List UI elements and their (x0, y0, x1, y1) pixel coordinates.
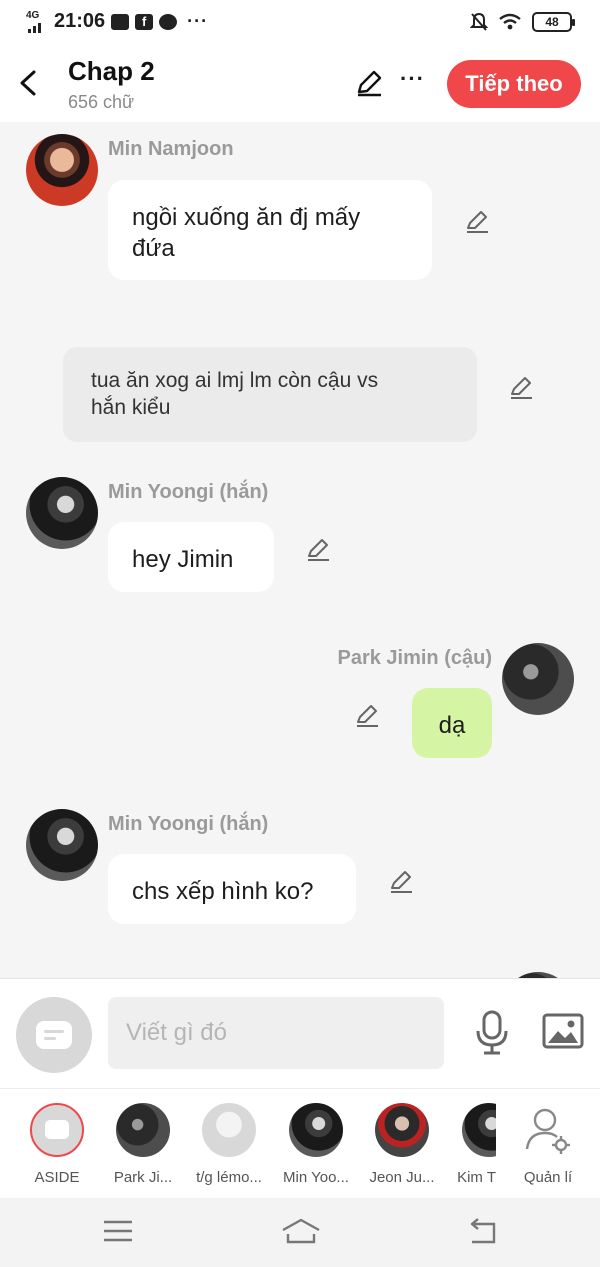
character-aside[interactable]: ASIDE (17, 1103, 97, 1186)
character-jeon-jungkook[interactable]: Jeon Ju... (362, 1103, 442, 1186)
edit-icon[interactable] (354, 68, 384, 98)
clock: 21:06 (54, 10, 106, 32)
network-type: 4G (26, 9, 40, 21)
more-options-icon[interactable]: ··· (400, 66, 425, 92)
manage-characters-button[interactable]: Quản lí (508, 1103, 588, 1186)
character-avatar (116, 1103, 170, 1157)
narration-block[interactable]: tua ăn xog ai lmj lm còn cậu vs hắn kiểu (63, 347, 477, 442)
character-kim-t[interactable]: Kim T (436, 1103, 496, 1186)
image-icon[interactable] (542, 1013, 584, 1049)
aside-icon (30, 1103, 84, 1157)
wifi-icon (499, 13, 521, 30)
facebook-notification-icon: f (135, 13, 154, 30)
sender-name: Min Yoongi (hắn) (108, 813, 269, 835)
message-bubble[interactable]: chs xếp hình ko? (108, 854, 356, 924)
character-avatar (289, 1103, 343, 1157)
edit-message-icon[interactable] (388, 868, 414, 894)
edit-message-icon[interactable] (354, 702, 380, 728)
character-name: Park Ji... (113, 1169, 173, 1186)
character-park-jimin[interactable]: Park Ji... (103, 1103, 183, 1186)
chapter-title: Chap 2 (68, 56, 155, 86)
message-bubble[interactable]: ngồi xuống ăn đj mấy đứa (108, 180, 432, 280)
word-count: 656 chữ (68, 92, 135, 112)
mute-icon (470, 12, 488, 31)
back-arrow-icon[interactable] (14, 66, 42, 100)
edit-message-icon[interactable] (464, 208, 490, 234)
chapter-info: Chap 2 656 chữ (68, 56, 155, 113)
status-bar: 4G 21:06 f ··· 48 (0, 0, 600, 46)
avatar-park-jimin[interactable] (502, 643, 574, 715)
sender-name: Park Jimin (cậu) (337, 647, 492, 669)
edit-message-icon[interactable] (508, 374, 534, 400)
more-notifications-icon: ··· (187, 11, 209, 31)
messenger-notification-icon (159, 13, 178, 30)
character-name: Min Yoo... (283, 1169, 349, 1186)
character-name: Quản lí (523, 1169, 573, 1186)
message-input[interactable] (108, 997, 444, 1069)
sender-name: Min Namjoon (108, 138, 234, 160)
character-name: ASIDE (34, 1169, 80, 1186)
chat-area[interactable]: Min Namjoon ngồi xuống ăn đj mấy đứa tua… (0, 122, 600, 978)
character-name: t/g lémo... (196, 1169, 262, 1186)
chapter-header: Chap 2 656 chữ ··· Tiếp theo (0, 46, 600, 122)
manage-characters-icon (525, 1108, 570, 1154)
avatar-min-yoongi[interactable] (26, 477, 98, 549)
character-selector: ASIDE Park Ji... t/g lémo... Min Yoo... … (0, 1088, 600, 1198)
character-author[interactable]: t/g lémo... (189, 1103, 269, 1186)
character-avatar (375, 1103, 429, 1157)
next-chapter-button[interactable]: Tiếp theo (447, 60, 581, 108)
edit-message-icon[interactable] (305, 536, 331, 562)
aside-toggle-button[interactable] (16, 997, 92, 1073)
character-avatar (462, 1103, 496, 1157)
character-min-yoongi[interactable]: Min Yoo... (276, 1103, 356, 1186)
sender-name: Min Yoongi (hắn) (108, 481, 269, 503)
system-nav-bar (0, 1198, 600, 1267)
avatar-min-yoongi[interactable] (26, 809, 98, 881)
character-avatar (202, 1103, 256, 1157)
character-name: Jeon Ju... (369, 1169, 435, 1186)
composer-bar (0, 978, 600, 1088)
battery-icon: 48 (532, 12, 575, 32)
microphone-icon[interactable] (474, 1009, 510, 1057)
signal-icon: 4G (26, 9, 48, 33)
character-name: Kim T (457, 1169, 496, 1186)
message-bubble[interactable]: dạ (412, 688, 492, 758)
mail-notification-icon (111, 13, 130, 30)
back-nav-icon[interactable] (464, 1216, 500, 1246)
home-icon[interactable] (280, 1216, 322, 1246)
menu-icon[interactable] (100, 1216, 136, 1246)
message-bubble[interactable]: hey Jimin (108, 522, 274, 592)
avatar-min-namjoon[interactable] (26, 134, 98, 206)
